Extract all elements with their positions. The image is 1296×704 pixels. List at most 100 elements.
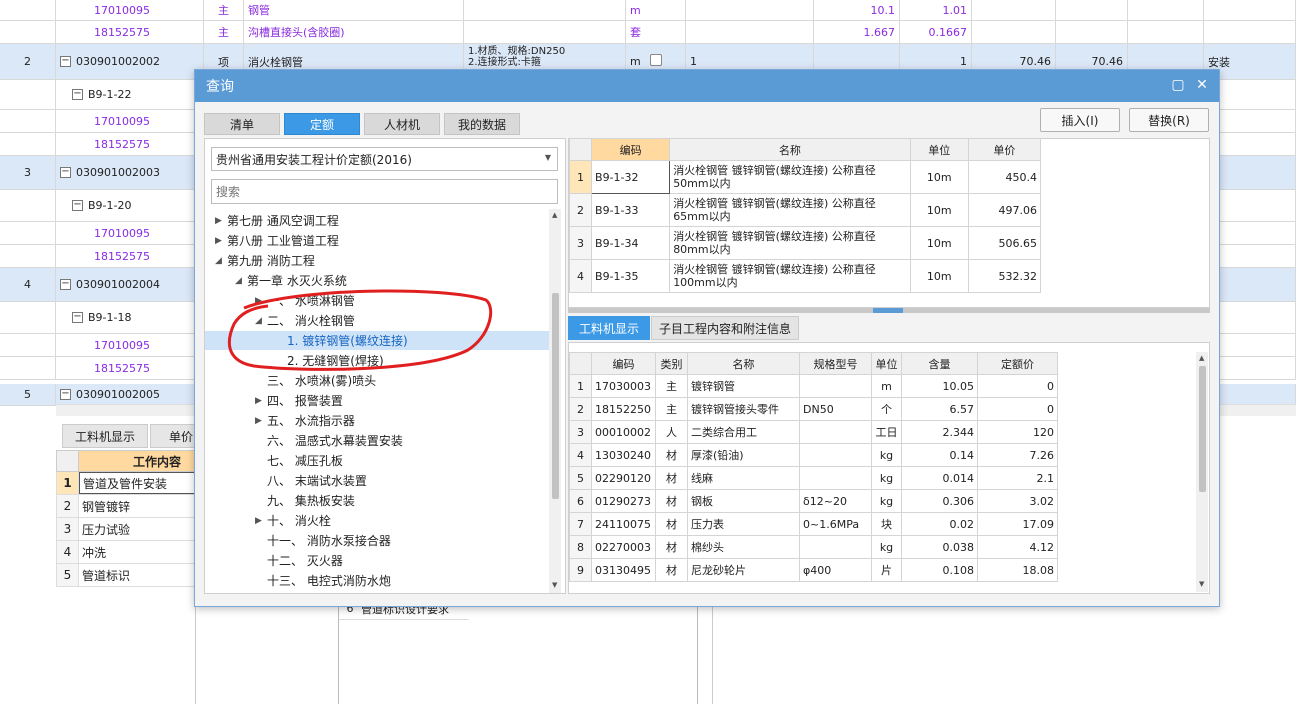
quota-row[interactable]: 1 B9-1-32 消火栓钢管 镀锌钢管(螺纹连接) 公称直径50mm以内 10m 45… (568, 160, 1042, 194)
mat-header-spec[interactable]: 规格型号 (799, 352, 872, 375)
collapse-icon[interactable]: − (60, 389, 71, 400)
tree-scroll-thumb[interactable] (552, 293, 559, 499)
tree-node[interactable]: 七、 减压孔板 (205, 451, 549, 470)
splitter-handle[interactable] (873, 308, 903, 313)
material-row[interactable]: 9 03130495 材尼龙砂轮片 φ400 片 0.108 18.08 (569, 558, 1058, 582)
material-row[interactable]: 5 02290120 材线麻 kg 0.014 2.1 (569, 466, 1058, 490)
bg-cell-qty (686, 0, 814, 20)
expanded-arrow-icon[interactable]: ◢ (235, 276, 247, 286)
tab-my-data[interactable]: 我的数据 (444, 113, 520, 135)
material-scrollbar[interactable]: ▲ ▼ (1196, 352, 1208, 592)
tree-node[interactable]: ▶ 第八册 工业管道工程 (205, 231, 549, 250)
splitter[interactable] (568, 308, 1210, 313)
tree-node[interactable]: ▶ 五、 水流指示器 (205, 411, 549, 430)
expanded-arrow-icon[interactable]: ◢ (215, 256, 227, 266)
material-row[interactable]: 7 24110075 材压力表 0~1.6MPa 块 0.02 17.09 (569, 512, 1058, 536)
mat-qty: 0.108 (901, 558, 978, 582)
scroll-up-icon[interactable]: ▲ (552, 211, 557, 219)
dataset-select[interactable]: 贵州省通用安装工程计价定额(2016) ▼ (211, 147, 558, 171)
tree-node[interactable]: 十二、 灭火器 (205, 551, 549, 570)
quota-header-code[interactable]: 编码 (591, 138, 671, 161)
close-icon[interactable]: ✕ (1193, 77, 1211, 93)
quota-header-price[interactable]: 单价 (967, 138, 1042, 161)
checkbox[interactable] (650, 54, 662, 66)
collapsed-arrow-icon[interactable]: ▶ (255, 396, 267, 406)
mat-header-unit[interactable]: 单位 (871, 352, 902, 375)
material-row[interactable]: 2 18152250 主镀锌钢管接头零件 DN50 个 6.57 0 (569, 397, 1058, 421)
material-scroll-thumb[interactable] (1199, 366, 1206, 492)
quota-table: 编码 名称 单位 单价 1 B9-1-32 消火栓钢管 镀锌钢管(螺纹连接) 公称直… (568, 138, 1042, 293)
bg-cell-name: 沟槽直接头(含胶圈) (244, 21, 464, 43)
maximize-icon[interactable]: ▢ (1169, 77, 1187, 93)
tree-node[interactable]: 六、 温感式水幕装置安装 (205, 431, 549, 450)
bg-row[interactable]: 18152575 主沟槽直接头(含胶圈) 套 1.667 0.1667 (0, 21, 1296, 44)
tab-list[interactable]: 清单 (204, 113, 280, 135)
tree-node[interactable]: ▶ 四、 报警装置 (205, 391, 549, 410)
insert-button[interactable]: 插入(I) (1040, 108, 1120, 132)
tab-labor-material-bg[interactable]: 工料机显示 (62, 424, 148, 448)
quota-header-name[interactable]: 名称 (669, 138, 911, 161)
tree-node[interactable]: 十一、 消防水泵接合器 (205, 531, 549, 550)
tree-node[interactable]: 九、 集热板安装 (205, 491, 549, 510)
mat-header-category[interactable]: 类别 (655, 352, 688, 375)
search-input[interactable] (211, 179, 558, 204)
collapse-icon[interactable]: − (60, 279, 71, 290)
bg-code-text: 17010095 (94, 338, 150, 352)
collapsed-arrow-icon[interactable]: ▶ (255, 516, 267, 526)
tree-node[interactable]: ◢ 第九册 消防工程 (205, 251, 549, 270)
chevron-down-icon[interactable]: ▼ (545, 153, 551, 162)
work-row[interactable]: 5 管道标识 (56, 564, 196, 587)
collapse-icon[interactable]: − (60, 167, 71, 178)
scroll-up-icon[interactable]: ▲ (1199, 354, 1204, 362)
tree-node-label: 九、 集热板安装 (267, 494, 355, 508)
tab-material-display[interactable]: 工料机显示 (568, 316, 650, 340)
tree-node[interactable]: 八、 末端试水装置 (205, 471, 549, 490)
work-row[interactable]: 2 钢管镀锌 (56, 495, 196, 518)
scroll-down-icon[interactable]: ▼ (552, 581, 557, 589)
scroll-down-icon[interactable]: ▼ (1199, 580, 1204, 588)
mat-header-qty[interactable]: 含量 (901, 352, 978, 375)
tree-node[interactable]: ▶ 第七册 通风空调工程 (205, 211, 549, 230)
collapse-icon[interactable]: − (72, 200, 83, 211)
work-row[interactable]: 4 冲洗 (56, 541, 196, 564)
tree-node-label: 十一、 消防水泵接合器 (267, 534, 391, 548)
replace-button[interactable]: 替换(R) (1129, 108, 1209, 132)
mat-unit: 工日 (871, 420, 902, 444)
quota-row[interactable]: 2 B9-1-33 消火栓钢管 镀锌钢管(螺纹连接) 公称直径65mm以内 10m 49… (568, 193, 1042, 227)
bg-cell-no (0, 245, 56, 267)
tab-labor-material[interactable]: 人材机 (364, 113, 440, 135)
tab-unit-price-bg[interactable]: 单价 (150, 424, 200, 448)
quota-price: 450.4 (967, 160, 1042, 194)
work-row[interactable]: 1 管道及管件安装 (56, 472, 196, 495)
collapse-icon[interactable]: − (72, 89, 83, 100)
bg-code-text: 17010095 (94, 114, 150, 128)
collapsed-arrow-icon[interactable]: ▶ (215, 216, 227, 226)
tree-node-label: 八、 末端试水装置 (267, 474, 367, 488)
bg-cell-code: −030901002002 (56, 44, 204, 79)
mat-category: 材 (655, 489, 688, 513)
material-row[interactable]: 3 00010002 人二类综合用工 工日 2.344 120 (569, 420, 1058, 444)
tree-node[interactable]: ▶ 十、 消火栓 (205, 511, 549, 530)
collapsed-arrow-icon[interactable]: ▶ (255, 416, 267, 426)
mat-spec (799, 374, 872, 398)
work-row[interactable]: 3 压力试验 (56, 518, 196, 541)
material-row[interactable]: 6 01290273 材钢板 δ12~20 kg 0.306 3.02 (569, 489, 1058, 513)
tab-quota[interactable]: 定额 (284, 113, 360, 135)
mat-header-name[interactable]: 名称 (687, 352, 800, 375)
bg-row[interactable]: 17010095 主钢管 m 10.1 1.01 (0, 0, 1296, 21)
quota-row[interactable]: 4 B9-1-35 消火栓钢管 镀锌钢管(螺纹连接) 公称直径100mm以内 10m 5… (568, 259, 1042, 293)
quota-row[interactable]: 3 B9-1-34 消火栓钢管 镀锌钢管(螺纹连接) 公称直径80mm以内 10m 50… (568, 226, 1042, 260)
mat-header-code[interactable]: 编码 (591, 352, 656, 375)
collapsed-arrow-icon[interactable]: ▶ (215, 236, 227, 246)
material-row[interactable]: 8 02270003 材棉纱头 kg 0.038 4.12 (569, 535, 1058, 559)
dialog-titlebar[interactable]: 查询 (195, 70, 1219, 102)
collapse-icon[interactable]: − (60, 56, 71, 67)
material-row[interactable]: 1 17030003 主镀锌钢管 m 10.05 0 (569, 374, 1058, 398)
material-row[interactable]: 4 13030240 材厚漆(铅油) kg 0.14 7.26 (569, 443, 1058, 467)
mat-header-price[interactable]: 定额价 (977, 352, 1058, 375)
tab-subitem-info[interactable]: 子目工程内容和附注信息 (651, 316, 799, 340)
tree-node[interactable]: 十三、 电控式消防水炮 (205, 571, 549, 590)
quota-header-unit[interactable]: 单位 (909, 138, 969, 161)
tree-scrollbar[interactable]: ▲ ▼ (549, 209, 561, 593)
collapse-icon[interactable]: − (72, 312, 83, 323)
